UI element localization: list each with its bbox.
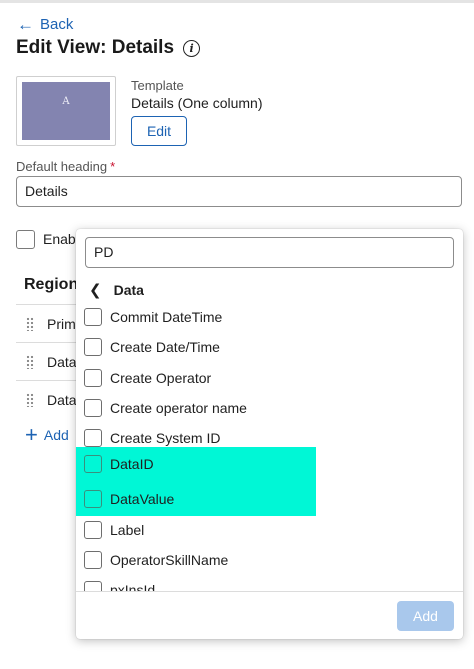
default-heading-input[interactable]: Details [16, 176, 462, 207]
back-link[interactable]: ← Back [17, 16, 73, 33]
field-list[interactable]: Commit DateTime Create Date/Time Create … [76, 302, 463, 591]
drag-handle-icon[interactable] [26, 354, 34, 369]
template-label: Template [131, 78, 184, 93]
field-checkbox[interactable] [84, 338, 102, 356]
add-region-label: Add [43, 427, 69, 443]
list-item[interactable]: Create Date/Time [76, 332, 220, 362]
region-row-label: Data [47, 353, 77, 370]
list-item-label: DataID [110, 456, 154, 472]
list-item[interactable]: Create Operator [76, 363, 211, 393]
popover-footer: Add [76, 591, 463, 639]
top-divider [0, 0, 474, 3]
info-icon[interactable]: i [183, 39, 201, 57]
breadcrumb-back[interactable]: ❮ Data [89, 281, 144, 299]
chevron-left-icon: ❮ [89, 282, 102, 299]
field-checkbox[interactable] [84, 308, 102, 326]
field-checkbox[interactable] [84, 455, 102, 473]
list-item[interactable]: OperatorSkillName [76, 545, 228, 575]
page-title: Edit View: Details [16, 37, 175, 58]
list-item-label: DataValue [110, 490, 175, 507]
list-item-label: Create operator name [110, 400, 247, 416]
list-item-label: pxInsId [110, 582, 156, 591]
background-checkbox-label: Enab [43, 231, 76, 247]
plus-icon: + [25, 422, 38, 447]
list-item-highlighted[interactable]: DataValue [76, 481, 316, 516]
list-item[interactable]: Label [76, 515, 144, 545]
add-fields-button[interactable]: Add [397, 601, 454, 631]
list-item-highlighted[interactable]: DataID [76, 447, 316, 481]
field-checkbox[interactable] [84, 429, 102, 447]
list-item-label: Create System ID [110, 430, 221, 446]
field-picker-popover: PD ❮ Data Commit DateTime Create Date/Ti… [76, 229, 463, 639]
arrow-left-icon: ← [17, 15, 34, 34]
field-checkbox[interactable] [84, 521, 102, 539]
field-search-input[interactable]: PD [85, 237, 454, 268]
list-item-label: OperatorSkillName [110, 552, 229, 568]
field-checkbox[interactable] [84, 399, 102, 417]
regions-heading: Region [24, 276, 79, 293]
page-title-row: Edit View: Details i [16, 37, 201, 59]
list-item-label: Commit DateTime [110, 309, 223, 325]
list-item[interactable]: pxInsId [76, 575, 155, 591]
default-heading-label: Default heading * [16, 159, 115, 174]
template-value: Details (One column) [131, 95, 263, 111]
drag-handle-icon[interactable] [26, 316, 34, 331]
template-thumbnail-letter: A [22, 82, 110, 140]
list-item[interactable]: Create operator name [76, 393, 247, 423]
field-checkbox[interactable] [84, 581, 102, 591]
list-item-label: Create Operator [110, 370, 212, 386]
field-checkbox[interactable] [84, 551, 102, 569]
edit-template-button[interactable]: Edit [131, 116, 187, 146]
field-checkbox[interactable] [84, 489, 102, 508]
list-item-label: Create Date/Time [110, 339, 220, 355]
list-item-label: Label [110, 522, 145, 538]
field-checkbox[interactable] [84, 369, 102, 387]
drag-handle-icon[interactable] [26, 392, 34, 407]
default-heading-label-text: Default heading [16, 159, 108, 174]
breadcrumb-label: Data [113, 282, 144, 298]
template-thumbnail: A [16, 76, 116, 146]
list-item[interactable]: Commit DateTime [76, 302, 222, 332]
back-label: Back [40, 16, 74, 33]
add-region-link[interactable]: + Add [25, 424, 69, 446]
required-marker: * [110, 159, 116, 174]
background-checkbox[interactable] [16, 230, 35, 249]
